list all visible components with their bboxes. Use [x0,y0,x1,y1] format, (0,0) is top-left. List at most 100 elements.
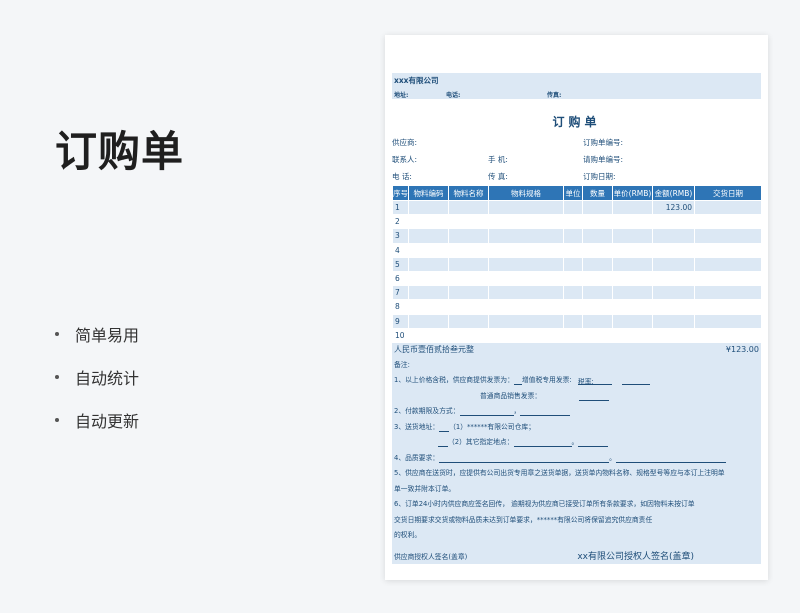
feature-item: 自动统计 [55,355,139,398]
order-date-label: 订购日期: [583,172,616,181]
table-cell [448,327,489,343]
form-row: 供应商: 订购单编号: [392,134,761,151]
table-cell [652,242,695,258]
address-label: 地址: [394,92,409,99]
table-cell [408,299,449,315]
table-cell [408,285,449,301]
table-cell [563,313,583,329]
table-cell [582,242,613,258]
table-cell [488,256,564,272]
note-5: 5、供应商在送货时，应提供有公司出货专用章之送货单据，送货单内物料名称、规格型号… [394,469,725,478]
table-cell [612,242,653,258]
table-cell: 7 [392,285,409,301]
note-6: 6、订单24小时内供应商应签名回传， 逾期视为供应商已接受订单所有条款要求，如因… [394,500,695,509]
table-cell [408,270,449,287]
table-cell [563,285,583,301]
table-cell: 123.00 [652,199,695,216]
blank-line [439,453,610,463]
blank-line [579,391,610,401]
mobile-label: 手 机: [488,155,508,164]
table-cell [408,214,449,230]
blank-line [438,437,448,448]
table-row: 10 [392,327,762,343]
page-title: 订购单 [55,127,185,176]
table-cell [488,214,564,230]
table-cell [694,256,762,272]
fax-label: 传真: [547,92,562,99]
table-cell [652,285,695,301]
note-1-general: 普通商品销售发票： [394,389,759,405]
blank-line: 税率: [577,375,612,386]
table-cell [448,228,489,244]
telephone-label: 电话: [446,92,461,99]
blank-line [520,406,571,417]
column-header: 序号 [392,185,409,201]
column-header: 单价(RMB) [612,185,653,201]
table-cell [448,299,489,315]
table-cell [448,214,489,230]
table-cell [448,313,489,329]
table-cell [612,299,653,315]
table-cell [694,299,762,315]
fax2-label: 传 真: [488,172,508,181]
table-cell [694,313,762,329]
column-header: 单位 [563,185,583,201]
table-cell [563,270,583,287]
table-cell [652,228,695,244]
table-cell: 4 [392,242,409,258]
table-cell [582,214,613,230]
table-row: 3 [392,228,762,244]
table-cell [582,256,613,272]
table-cell [448,242,489,258]
table-row: 6 [392,270,762,287]
table-cell [612,327,653,343]
supplier-signature-label: 供应商授权人签名(盖章) [394,552,468,561]
table-cell: 10 [392,327,409,343]
company-header: xxx有限公司 地址: 电话: 传真: [392,73,761,99]
signature-row: 供应商授权人签名(盖章) xx有限公司授权人签名(盖章) [392,547,761,564]
table-cell [694,327,762,343]
table-row: 1 123.00 [392,199,762,216]
blank-line [615,453,726,463]
column-header: 物料规格 [488,185,564,201]
table-cell [408,256,449,272]
table-cell [694,285,762,301]
total-in-words: 人民币壹佰贰拾叁元整 [394,344,474,354]
table-cell [488,327,564,343]
table-row: 2 [392,214,762,230]
table-cell [582,270,613,287]
note-6-end: 的权利。 [394,531,422,540]
blank-line [622,375,651,386]
table-cell [612,285,653,301]
feature-item: 简单易用 [55,312,139,355]
table-cell [694,242,762,258]
table-cell [612,199,653,216]
feature-item: 自动更新 [55,398,139,441]
blank-line [513,437,572,448]
table-cell: 2 [392,214,409,230]
table-cell [652,270,695,287]
table-row: 9 [392,313,762,329]
order-number-label: 订购单编号: [583,138,624,147]
table-cell [488,199,564,216]
contact-label: 联系人: [392,155,418,164]
table-cell [563,214,583,230]
table-cell: 8 [392,299,409,315]
table-cell [448,285,489,301]
table-cell [582,285,613,301]
table-cell [694,228,762,244]
table-cell: 5 [392,256,409,272]
feature-list: 简单易用 自动统计 自动更新 [55,312,139,441]
form-row: 联系人: 手 机: 请购单编号: [392,151,761,168]
blank-line [439,422,450,432]
table-cell [582,327,613,343]
note-5-cont: 单一致并附本订单。 [394,484,456,493]
bullet-icon [55,417,59,422]
note-4: 4、品质要求：。 [394,451,759,467]
notes-section: 备注: 1、以上价格含税，供应商提供发票为： 增值税专用发票: 税率: 普通商品销… [392,355,761,548]
column-header: 金额(RMB) [652,185,695,201]
table-cell [563,299,583,315]
note-1: 1、以上价格含税，供应商提供发票为： 增值税专用发票: 税率: [394,373,759,389]
total-amount: ¥123.00 [725,344,759,354]
table-cell [408,327,449,343]
